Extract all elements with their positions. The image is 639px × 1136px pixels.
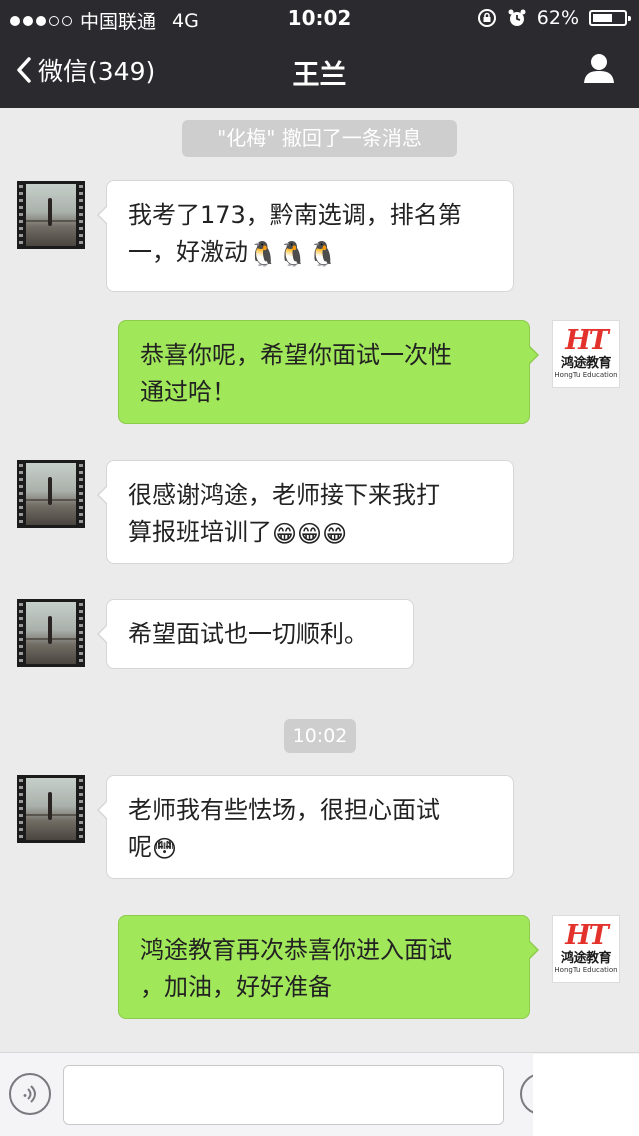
nav-bar: 微信(349) 王兰 <box>0 36 639 108</box>
message-text: 通过哈！ <box>140 378 236 406</box>
message-text: 很感谢鸿途，老师接下来我打 <box>128 481 440 509</box>
message-text: ，加油，好好准备 <box>140 973 332 1001</box>
person-icon <box>584 54 614 83</box>
grin-emoji: 😁 <box>272 520 298 548</box>
message-text: 鸿途教育再次恭喜你进入面试 <box>140 936 452 964</box>
brand-name: 鸿途教育 <box>560 356 612 371</box>
message-bubble[interactable]: 希望面试也一切顺利。 <box>97 599 414 669</box>
contact-avatar[interactable] <box>17 181 85 249</box>
message-bubble[interactable]: 鸿途教育再次恭喜你进入面试 ，加油，好好准备 <box>118 915 539 1019</box>
recall-notice: "化梅" 撤回了一条消息 <box>182 120 457 157</box>
flushed-emoji: 😳 <box>152 835 178 863</box>
message-text: 一，好激动 <box>128 238 248 266</box>
penguin-emoji: 🐧 <box>277 240 308 268</box>
message-text: 恭喜你呢，希望你面试一次性 <box>140 341 452 369</box>
message-text: 希望面试也一切顺利。 <box>128 620 368 648</box>
voice-icon <box>23 1085 36 1103</box>
penguin-emoji: 🐧 <box>307 240 338 268</box>
brand-name: 鸿途教育 <box>560 951 612 966</box>
brand-logo: HT <box>565 920 609 951</box>
message-text: 我考了173，黔南选调，排名第 <box>128 201 462 229</box>
contact-info-button[interactable] <box>583 52 615 88</box>
message-text: 算报班培训了 <box>128 518 272 546</box>
message-bubble[interactable]: 我考了173，黔南选调，排名第 一，好激动🐧🐧🐧 <box>97 180 514 292</box>
brand-name-en: HongTu Education <box>554 966 618 974</box>
blank-overlay <box>533 1054 639 1136</box>
message-bubble[interactable]: 很感谢鸿途，老师接下来我打 算报班培训了😁😁😁 <box>97 460 514 564</box>
alarm-icon <box>508 9 526 26</box>
message-input[interactable] <box>63 1065 504 1125</box>
time-divider: 10:02 <box>284 719 356 753</box>
chat-title: 王兰 <box>292 60 347 91</box>
brand-avatar[interactable]: HT 鸿途教育 HongTu Education <box>552 915 620 983</box>
brand-logo: HT <box>565 325 609 356</box>
message-text: 呢 <box>128 833 152 861</box>
contact-avatar[interactable] <box>17 599 85 667</box>
penguin-emoji: 🐧 <box>248 240 278 268</box>
contact-avatar[interactable] <box>17 460 85 528</box>
voice-input-button[interactable] <box>9 1073 51 1115</box>
battery-percent: 62% <box>536 7 579 29</box>
battery-icon <box>589 10 631 26</box>
grin-emoji: 😁 <box>322 520 348 548</box>
contact-avatar[interactable] <box>17 775 85 843</box>
brand-avatar[interactable]: HT 鸿途教育 HongTu Education <box>552 320 620 388</box>
orientation-lock-icon <box>477 9 496 27</box>
chat-area[interactable]: "化梅" 撤回了一条消息 我考了173，黔南选调，排名第 一，好激动🐧🐧🐧 恭喜… <box>0 108 639 1052</box>
status-bar: 中国联通 4G 10:02 62% <box>0 0 639 36</box>
grin-emoji: 😁 <box>297 520 323 548</box>
message-bubble[interactable]: 老师我有些怯场，很担心面试 呢😳 <box>97 775 514 879</box>
message-text: 老师我有些怯场，很担心面试 <box>128 796 440 824</box>
brand-name-en: HongTu Education <box>554 371 618 379</box>
message-bubble[interactable]: 恭喜你呢，希望你面试一次性 通过哈！ <box>118 320 539 424</box>
